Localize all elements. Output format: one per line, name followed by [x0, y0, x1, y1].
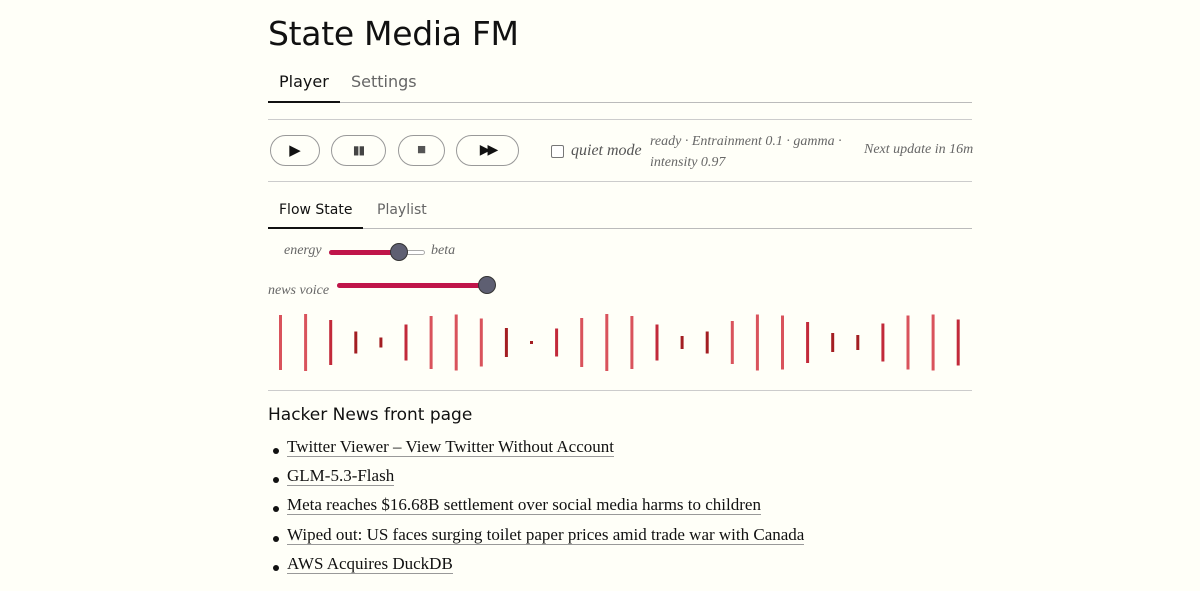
visualizer-bar: [931, 314, 935, 371]
tab-playlist[interactable]: Playlist: [366, 194, 438, 228]
fast-forward-button[interactable]: ▶▶: [456, 135, 519, 166]
app-title: State Media FM: [268, 14, 519, 53]
sub-tabs: Flow State Playlist: [268, 194, 972, 229]
slider-thumb[interactable]: [478, 276, 496, 294]
visualizer-bar: [304, 314, 308, 371]
visualizer-bar: [379, 337, 383, 348]
visualizer-bar: [655, 324, 659, 361]
visualizer-bar: [530, 341, 533, 344]
news-item: Meta reaches $16.68B settlement over soc…: [268, 495, 804, 524]
visualizer-bar: [680, 336, 684, 349]
quiet-mode-toggle[interactable]: quiet mode: [551, 142, 642, 160]
news-list: Twitter Viewer – View Twitter Without Ac…: [268, 437, 805, 583]
slider-fill: [337, 283, 487, 288]
visualizer-bar: [781, 315, 784, 370]
visualizer-bar: [354, 331, 358, 354]
news-item: Twitter Viewer – View Twitter Without Ac…: [268, 437, 804, 466]
news-item: AWS Acquires DuckDB: [268, 553, 804, 583]
visualizer-bar: [755, 314, 759, 371]
news-link[interactable]: Meta reaches $16.68B settlement over soc…: [287, 495, 761, 516]
news-voice-label: news voice: [268, 283, 330, 298]
visualizer-bar: [956, 319, 960, 366]
status-text: ready · Entrainment 0.1 · gamma · intens…: [650, 134, 842, 170]
audio-visualizer: [268, 305, 972, 380]
visualizer-bar: [906, 315, 910, 370]
visualizer-bar: [831, 333, 835, 352]
visualizer-bar: [479, 318, 483, 367]
news-link[interactable]: Wiped out: US faces surging toilet paper…: [287, 524, 805, 545]
slider-fill: [329, 250, 400, 255]
visualizer-bar: [705, 331, 709, 354]
visualizer-svg: [279, 314, 960, 371]
visualizer-bar: [806, 322, 810, 363]
news-link[interactable]: GLM-5.3-Flash: [287, 466, 395, 487]
next-update-text: Next update in 16m: [864, 142, 974, 157]
divider: [268, 181, 972, 182]
beta-label: beta: [431, 243, 456, 258]
main-tabs: Player Settings: [268, 66, 972, 103]
play-button[interactable]: ▶: [270, 135, 320, 166]
visualizer-bar: [630, 316, 634, 369]
fast-forward-icon: ▶▶: [479, 143, 498, 158]
news-link[interactable]: AWS Acquires DuckDB: [287, 553, 453, 574]
pause-icon: ▮▮: [352, 143, 365, 157]
news-item: Wiped out: US faces surging toilet paper…: [268, 524, 805, 554]
news-section-title: Hacker News front page: [268, 405, 473, 425]
slider-thumb[interactable]: [390, 243, 409, 261]
visualizer-bar: [454, 314, 458, 371]
stop-icon: ■: [416, 142, 427, 158]
visualizer-bar: [504, 328, 508, 357]
visualizer-bar: [279, 315, 282, 370]
tab-settings[interactable]: Settings: [340, 66, 428, 102]
news-item: GLM-5.3-Flash: [268, 466, 804, 495]
visualizer-bar: [404, 324, 408, 361]
energy-label: energy: [284, 243, 322, 258]
visualizer-bar: [856, 335, 860, 350]
divider: [268, 390, 972, 391]
news-link[interactable]: Twitter Viewer – View Twitter Without Ac…: [287, 437, 614, 457]
play-icon: ▶: [289, 143, 301, 159]
visualizer-bar: [329, 320, 333, 365]
visualizer-bar: [605, 314, 609, 371]
visualizer-bar: [580, 318, 584, 367]
visualizer-bar: [730, 321, 734, 364]
visualizer-bar: [555, 328, 559, 357]
quiet-mode-checkbox[interactable]: [551, 144, 564, 158]
tab-player[interactable]: Player: [268, 66, 340, 103]
tab-flow-state[interactable]: Flow State: [268, 194, 364, 229]
divider: [268, 119, 972, 120]
visualizer-bar: [429, 316, 433, 369]
stop-button[interactable]: ■: [398, 135, 445, 166]
visualizer-bar: [881, 323, 885, 362]
quiet-mode-label: quiet mode: [571, 142, 642, 159]
pause-button[interactable]: ▮▮: [331, 135, 386, 166]
